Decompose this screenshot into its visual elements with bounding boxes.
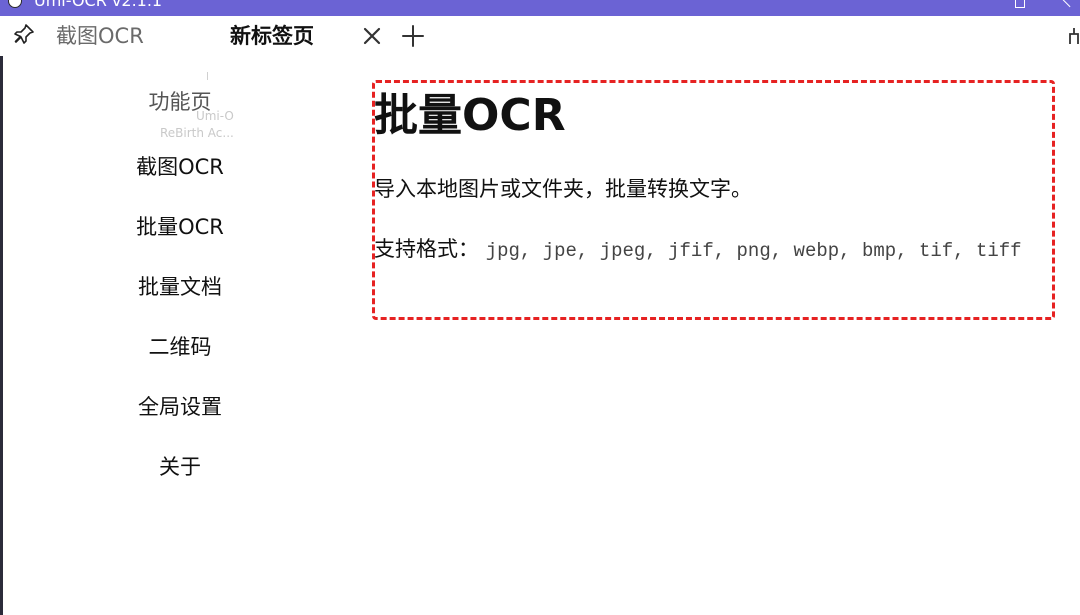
tooltip-pointer <box>207 72 208 80</box>
window-pin-icon[interactable] <box>1068 26 1080 46</box>
app-logo-icon <box>8 0 22 8</box>
close-icon[interactable] <box>360 24 384 48</box>
app-window: Umi-OCR v2.1.1 截图OCR 新标签页 功能页 Umi-O ReBi… <box>0 0 1080 615</box>
tab-screenshot-ocr[interactable]: 截图OCR <box>56 16 216 56</box>
sidebar-item-screenshot-ocr[interactable]: 截图OCR <box>0 147 360 187</box>
supported-formats: 支持格式： jpg, jpe, jpeg, jfif, png, webp, b… <box>374 236 1049 264</box>
tooltip: Umi-O ReBirth Ac... <box>160 108 234 142</box>
tab-label: 新标签页 <box>230 24 314 48</box>
close-window-button[interactable] <box>1062 0 1072 8</box>
tab-label: 截图OCR <box>56 24 144 48</box>
title-bar: Umi-OCR v2.1.1 <box>0 0 1080 16</box>
sidebar-item-qrcode[interactable]: 二维码 <box>0 327 360 367</box>
sidebar: 功能页 Umi-O ReBirth Ac... 截图OCR 批量OCR 批量文档… <box>0 56 360 615</box>
plus-icon[interactable] <box>400 23 426 49</box>
window-title: Umi-OCR v2.1.1 <box>34 0 163 10</box>
tooltip-line: Umi-O <box>195 109 234 123</box>
tooltip-line: ReBirth Ac... <box>160 126 234 140</box>
maximize-button[interactable] <box>1015 0 1025 8</box>
sidebar-item-batch-ocr[interactable]: 批量OCR <box>0 207 360 247</box>
sidebar-item-about[interactable]: 关于 <box>0 447 360 487</box>
pin-icon[interactable] <box>12 22 36 46</box>
sidebar-item-batch-doc[interactable]: 批量文档 <box>0 267 360 307</box>
tab-bar: 截图OCR 新标签页 <box>0 16 1080 56</box>
formats-label: 支持格式： <box>374 237 479 261</box>
page-description: 导入本地图片或文件夹，批量转换文字。 <box>374 177 752 201</box>
sidebar-item-global-settings[interactable]: 全局设置 <box>0 387 360 427</box>
formats-list: jpg, jpe, jpeg, jfif, png, webp, bmp, ti… <box>485 240 1022 262</box>
page-title: 批量OCR <box>374 90 566 141</box>
